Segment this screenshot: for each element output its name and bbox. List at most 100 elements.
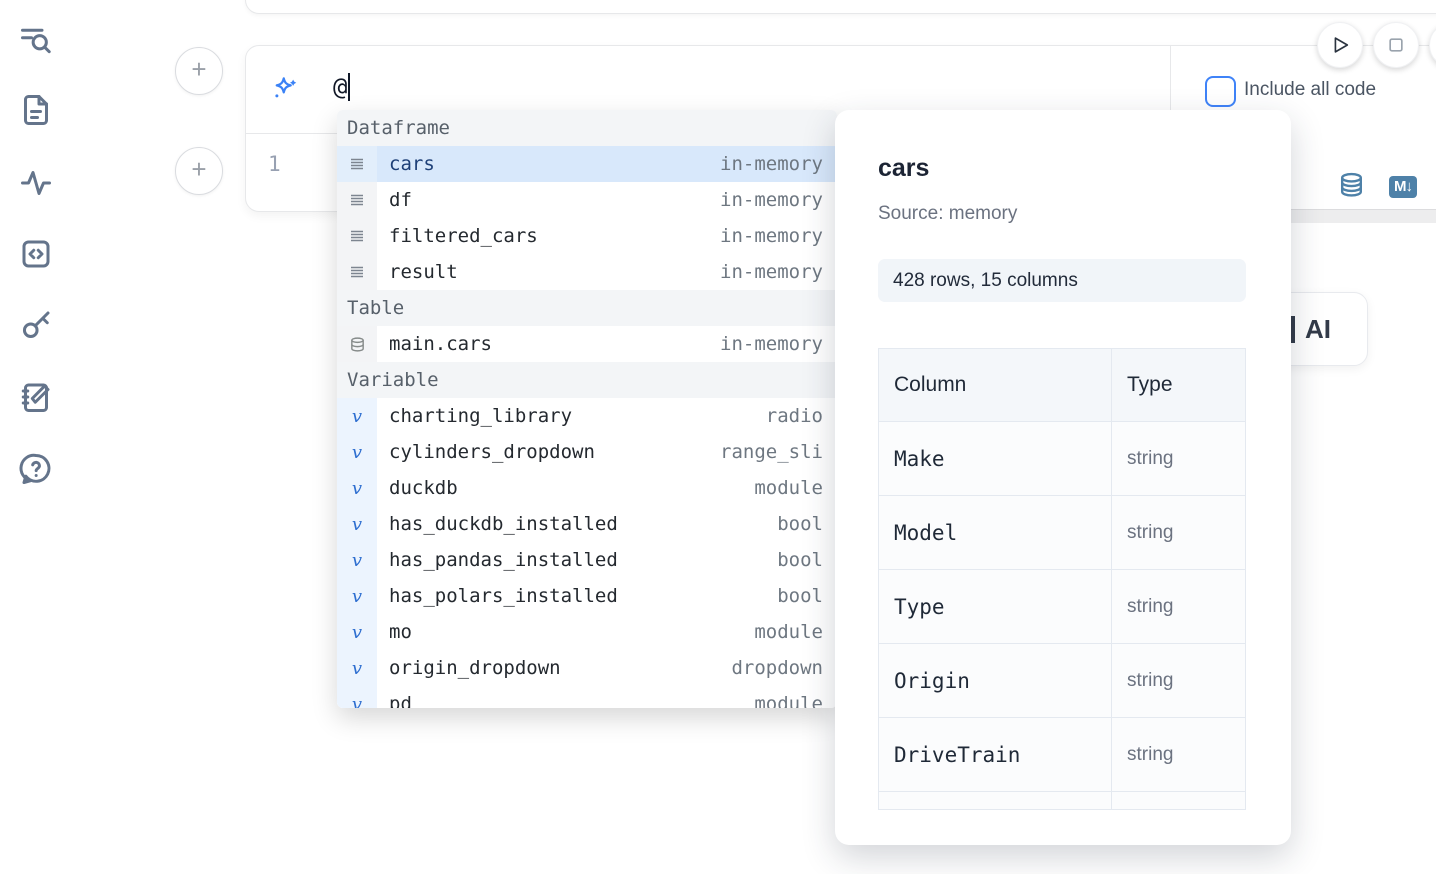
column-name: DriveTrain: [894, 743, 1020, 767]
preview-source: Source: memory: [878, 203, 1017, 225]
text-cursor: [348, 73, 350, 101]
line-number: 1: [268, 152, 281, 176]
item-type: dropdown: [731, 657, 837, 679]
variable-icon: v: [337, 686, 377, 708]
play-icon: [1329, 34, 1351, 56]
dataframe-icon: [337, 146, 377, 182]
column-name: Type: [894, 595, 945, 619]
toc-search-icon[interactable]: [18, 22, 54, 58]
file-icon[interactable]: [18, 92, 54, 128]
item-type: bool: [777, 513, 837, 535]
column-type: string: [1127, 596, 1173, 618]
item-name: mo: [377, 621, 754, 643]
autocomplete-item[interactable]: vhas_pandas_installedbool: [337, 542, 837, 578]
schema-header-row: Column Type: [879, 349, 1245, 422]
stop-cell-button[interactable]: [1373, 22, 1419, 68]
item-type: module: [754, 477, 837, 499]
item-name: origin_dropdown: [377, 657, 731, 679]
autocomplete-section-header: Variable: [337, 362, 837, 398]
include-all-code-label: Include all code: [1244, 79, 1376, 101]
autocomplete-item[interactable]: vpdmodule: [337, 686, 837, 708]
autocomplete-item[interactable]: vcylinders_dropdownrange_sli: [337, 434, 837, 470]
column-type: string: [1127, 448, 1173, 470]
item-type: range_sli: [720, 441, 837, 463]
prompt-value: @: [333, 73, 347, 101]
code-block-icon[interactable]: [18, 236, 54, 272]
column-header: Column: [894, 373, 966, 397]
variable-icon: v: [337, 578, 377, 614]
clipped-letter: [1291, 316, 1295, 343]
column-name: Origin: [894, 669, 970, 693]
variable-icon: v: [337, 434, 377, 470]
item-type: bool: [777, 585, 837, 607]
add-cell-below-button[interactable]: +: [175, 147, 223, 195]
database-icon[interactable]: [1337, 171, 1366, 200]
item-name: filtered_cars: [377, 225, 720, 247]
column-name: Make: [894, 447, 945, 471]
schema-table: ColumnTypeMakestringModelstringTypestrin…: [878, 348, 1246, 810]
item-name: cylinders_dropdown: [377, 441, 720, 463]
column-type: string: [1127, 522, 1173, 544]
autocomplete-item[interactable]: vcharting_libraryradio: [337, 398, 837, 434]
autocomplete-item[interactable]: dfin-memory: [337, 182, 837, 218]
autocomplete-item[interactable]: filtered_carsin-memory: [337, 218, 837, 254]
autocomplete-item[interactable]: vhas_polars_installedbool: [337, 578, 837, 614]
column-type: string: [1127, 744, 1173, 766]
item-type: in-memory: [720, 225, 837, 247]
autocomplete-item[interactable]: main.carsin-memory: [337, 326, 837, 362]
item-type: in-memory: [720, 261, 837, 283]
key-icon[interactable]: [18, 307, 54, 343]
preview-title: cars: [878, 154, 929, 183]
item-type: module: [754, 621, 837, 643]
shape-badge: 428 rows, 15 columns: [878, 259, 1246, 302]
dataframe-icon: [337, 182, 377, 218]
item-name: charting_library: [377, 405, 766, 427]
item-name: has_pandas_installed: [377, 549, 777, 571]
markdown-badge-icon[interactable]: M↓: [1389, 176, 1417, 198]
autocomplete-item[interactable]: vhas_duckdb_installedbool: [337, 506, 837, 542]
item-type: radio: [766, 405, 837, 427]
item-name: pd: [377, 693, 754, 708]
add-cell-above-button[interactable]: +: [175, 47, 223, 95]
variable-icon: v: [337, 542, 377, 578]
dataframe-icon: [337, 218, 377, 254]
item-type: module: [754, 693, 837, 708]
schema-row: Make string: [879, 422, 1245, 496]
autocomplete-item[interactable]: vorigin_dropdowndropdown: [337, 650, 837, 686]
item-name: cars: [377, 153, 720, 175]
schema-row: Modelstring: [879, 496, 1245, 570]
autocomplete-item[interactable]: vduckdbmodule: [337, 470, 837, 506]
autocomplete-item[interactable]: carsin-memory: [337, 146, 837, 182]
item-type: in-memory: [720, 333, 837, 355]
variable-icon: v: [337, 614, 377, 650]
schema-row: Origin string: [879, 644, 1245, 718]
item-name: duckdb: [377, 477, 754, 499]
stop-icon: [1386, 35, 1406, 55]
variable-icon: v: [337, 470, 377, 506]
autocomplete-dropdown[interactable]: Dataframecarsin-memorydfin-memoryfiltere…: [337, 110, 837, 708]
column-type: string: [1127, 670, 1173, 692]
dataframe-icon: [337, 254, 377, 290]
left-sidebar: [0, 0, 72, 874]
schema-row-partial: [879, 792, 1245, 810]
schema-row: Type string: [879, 570, 1245, 644]
autocomplete-item[interactable]: vmomodule: [337, 614, 837, 650]
run-cell-button[interactable]: [1317, 22, 1363, 68]
item-name: result: [377, 261, 720, 283]
autocomplete-item[interactable]: resultin-memory: [337, 254, 837, 290]
help-icon[interactable]: [18, 451, 54, 487]
include-all-code-checkbox[interactable]: [1205, 76, 1236, 107]
type-header: Type: [1127, 373, 1173, 397]
variable-icon: v: [337, 506, 377, 542]
dataframe-preview-panel: cars Source: memory 428 rows, 15 columns…: [835, 110, 1291, 845]
item-name: has_duckdb_installed: [377, 513, 777, 535]
item-name: main.cars: [377, 333, 720, 355]
item-type: in-memory: [720, 189, 837, 211]
variable-icon: v: [337, 650, 377, 686]
autocomplete-section-header: Table: [337, 290, 837, 326]
variable-icon: v: [337, 398, 377, 434]
activity-icon[interactable]: [18, 165, 54, 201]
item-name: df: [377, 189, 720, 211]
scratchpad-icon[interactable]: [18, 379, 54, 415]
ai-prompt-input[interactable]: @: [333, 73, 350, 101]
